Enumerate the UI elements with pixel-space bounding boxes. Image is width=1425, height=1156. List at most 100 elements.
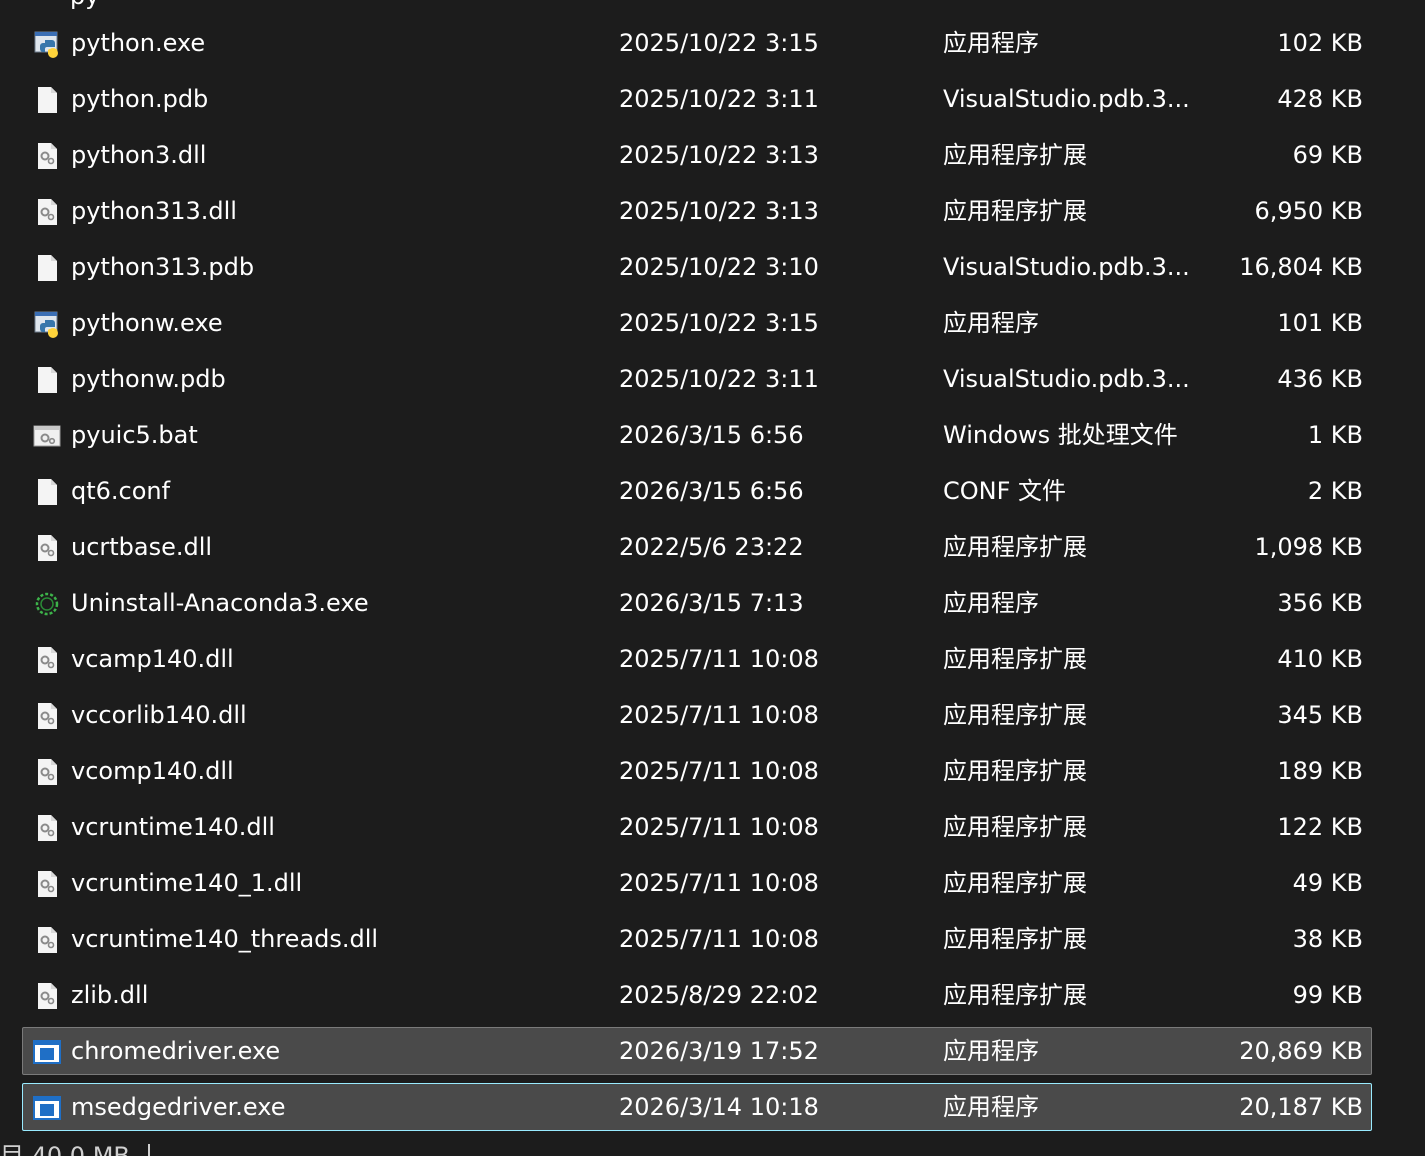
file-name: zlib.dll bbox=[71, 981, 149, 1009]
file-size: 102 KB bbox=[1277, 29, 1363, 57]
python-exe-icon bbox=[33, 30, 61, 58]
file-row[interactable]: vcomp140.dll 2025/7/11 10:08 应用程序扩展 189 KB bbox=[22, 747, 1372, 795]
file-size: 122 KB bbox=[1277, 813, 1363, 841]
file-date-modified: 2025/7/11 10:08 bbox=[619, 701, 819, 729]
file-row[interactable]: pythonw.pdb 2025/10/22 3:11 VisualStudio.p… bbox=[22, 355, 1372, 403]
dll-file-icon bbox=[33, 534, 61, 562]
file-size: 16,804 KB bbox=[1239, 253, 1363, 281]
file-date-modified: 2025/10/22 3:11 bbox=[619, 365, 819, 393]
file-date-modified: 2022/5/6 23:22 bbox=[619, 533, 804, 561]
file-name: pythonw.pdb bbox=[71, 365, 226, 393]
file-name: vcruntime140.dll bbox=[71, 813, 275, 841]
file-row[interactable]: python.pdb 2025/10/22 3:11 VisualStudio.pd… bbox=[22, 75, 1372, 123]
file-date-modified: 2026/3/15 6:56 bbox=[619, 477, 804, 505]
file-row[interactable]: Uninstall-Anaconda3.exe 2026/3/15 7:13 应用程… bbox=[22, 579, 1372, 627]
file-size: 6,950 KB bbox=[1254, 197, 1363, 225]
file-date-modified: 2025/8/29 22:02 bbox=[619, 981, 819, 1009]
file-date-modified: 2025/10/22 3:10 bbox=[619, 253, 819, 281]
file-row[interactable]: qt6.conf 2026/3/15 6:56 CONF 文件 2 KB bbox=[22, 467, 1372, 515]
file-name: chromedriver.exe bbox=[71, 1037, 281, 1065]
dll-file-icon bbox=[33, 646, 61, 674]
file-row[interactable]: python.exe 2025/10/22 3:15 应用程序 102 KB bbox=[22, 19, 1372, 67]
file-row[interactable]: pyuic5.bat 2026/3/15 6:56 Windows 批处理文件 1 K… bbox=[22, 411, 1372, 459]
file-row[interactable]: pythonw.exe 2025/10/22 3:15 应用程序 101 KB bbox=[22, 299, 1372, 347]
file-row[interactable]: vcruntime140_threads.dll 2025/7/11 10:08 应… bbox=[22, 915, 1372, 963]
file-size: 1 KB bbox=[1307, 421, 1363, 449]
blank-file-icon bbox=[33, 478, 61, 506]
file-name: pythonw.exe bbox=[71, 309, 223, 337]
file-size: 189 KB bbox=[1277, 757, 1363, 785]
file-row[interactable]: zlib.dll 2025/8/29 22:02 应用程序扩展 99 KB bbox=[22, 971, 1372, 1019]
file-size: 20,187 KB bbox=[1239, 1093, 1363, 1121]
file-name: vcruntime140_threads.dll bbox=[71, 925, 379, 953]
file-date-modified: 2026/3/14 10:18 bbox=[619, 1093, 819, 1121]
file-date-modified: 2025/7/11 10:08 bbox=[619, 757, 819, 785]
file-name: python.pdb bbox=[71, 85, 209, 113]
file-date-modified: 2025/10/22 3:11 bbox=[619, 85, 819, 113]
file-size: 1,098 KB bbox=[1254, 533, 1363, 561]
file-row[interactable]: vcamp140.dll 2025/7/11 10:08 应用程序扩展 410 KB bbox=[22, 635, 1372, 683]
blank-file-icon bbox=[33, 254, 61, 282]
file-row[interactable]: msedgedriver.exe 2026/3/14 10:18 应用程序 20,18… bbox=[22, 1083, 1372, 1131]
dll-file-icon bbox=[33, 982, 61, 1010]
app-window-icon bbox=[33, 1038, 61, 1066]
status-separator bbox=[148, 1144, 150, 1156]
file-date-modified: 2026/3/15 6:56 bbox=[619, 421, 804, 449]
file-name: pyuic5.bat bbox=[71, 421, 198, 449]
dll-file-icon bbox=[33, 198, 61, 226]
dll-file-icon bbox=[33, 870, 61, 898]
status-bar-text: 目 40.0 MB bbox=[0, 1142, 130, 1156]
file-date-modified: 2025/7/11 10:08 bbox=[619, 925, 819, 953]
file-size: 356 KB bbox=[1277, 589, 1363, 617]
file-name: Uninstall-Anaconda3.exe bbox=[71, 589, 369, 617]
file-size: 69 KB bbox=[1292, 141, 1363, 169]
file-size: 436 KB bbox=[1277, 365, 1363, 393]
file-date-modified: 2025/7/11 10:08 bbox=[619, 813, 819, 841]
file-row[interactable]: python313.pdb 2025/10/22 3:10 VisualStudio… bbox=[22, 243, 1372, 291]
file-list-view: py python.exe2025/10/22 3:15应用程序102 KBpy… bbox=[0, 0, 1425, 1156]
file-name: python3.dll bbox=[71, 141, 207, 169]
file-size: 49 KB bbox=[1292, 869, 1363, 897]
file-row[interactable]: chromedriver.exe 2026/3/19 17:52 应用程序 20,86… bbox=[22, 1027, 1372, 1075]
file-date-modified: 2025/10/22 3:15 bbox=[619, 29, 819, 57]
file-row[interactable]: python313.dll 2025/10/22 3:13 应用程序扩展 6,950 … bbox=[22, 187, 1372, 235]
file-size: 101 KB bbox=[1277, 309, 1363, 337]
blank-file-icon bbox=[33, 366, 61, 394]
file-size: 410 KB bbox=[1277, 645, 1363, 673]
file-date-modified: 2026/3/15 7:13 bbox=[619, 589, 804, 617]
file-name: vccorlib140.dll bbox=[71, 701, 247, 729]
file-size: 428 KB bbox=[1277, 85, 1363, 113]
blank-file-icon bbox=[33, 86, 61, 114]
file-size: 38 KB bbox=[1292, 925, 1363, 953]
file-date-modified: 2026/3/19 17:52 bbox=[619, 1037, 819, 1065]
file-name: vcruntime140_1.dll bbox=[71, 869, 303, 897]
file-date-modified: 2025/10/22 3:15 bbox=[619, 309, 819, 337]
file-row[interactable]: ucrtbase.dll 2022/5/6 23:22 应用程序扩展 1,098 KB bbox=[22, 523, 1372, 571]
file-name: msedgedriver.exe bbox=[71, 1093, 286, 1121]
app-window-icon bbox=[33, 1094, 61, 1122]
dll-file-icon bbox=[33, 142, 61, 170]
file-row[interactable]: python3.dll 2025/10/22 3:13 应用程序扩展 69 KB bbox=[22, 131, 1372, 179]
file-date-modified: 2025/10/22 3:13 bbox=[619, 141, 819, 169]
file-size: 345 KB bbox=[1277, 701, 1363, 729]
dll-file-icon bbox=[33, 758, 61, 786]
file-size: 20,869 KB bbox=[1239, 1037, 1363, 1065]
anaconda-icon bbox=[33, 590, 61, 618]
dll-file-icon bbox=[33, 702, 61, 730]
file-date-modified: 2025/7/11 10:08 bbox=[619, 645, 819, 673]
partially-visible-row-name: py bbox=[70, 0, 99, 10]
file-date-modified: 2025/10/22 3:13 bbox=[619, 197, 819, 225]
file-name: python313.pdb bbox=[71, 253, 255, 281]
python-exe-icon bbox=[33, 310, 61, 338]
batch-file-icon bbox=[33, 422, 61, 450]
file-name: python.exe bbox=[71, 29, 206, 57]
file-name: python313.dll bbox=[71, 197, 237, 225]
file-row[interactable]: vccorlib140.dll 2025/7/11 10:08 应用程序扩展 345 … bbox=[22, 691, 1372, 739]
file-size: 2 KB bbox=[1307, 477, 1363, 505]
file-row[interactable]: vcruntime140_1.dll 2025/7/11 10:08 应用程序扩展 4… bbox=[22, 859, 1372, 907]
file-row[interactable]: vcruntime140.dll 2025/7/11 10:08 应用程序扩展 122… bbox=[22, 803, 1372, 851]
file-name: qt6.conf bbox=[71, 477, 171, 505]
file-name: vcomp140.dll bbox=[71, 757, 234, 785]
file-size: 99 KB bbox=[1292, 981, 1363, 1009]
file-name: ucrtbase.dll bbox=[71, 533, 213, 561]
